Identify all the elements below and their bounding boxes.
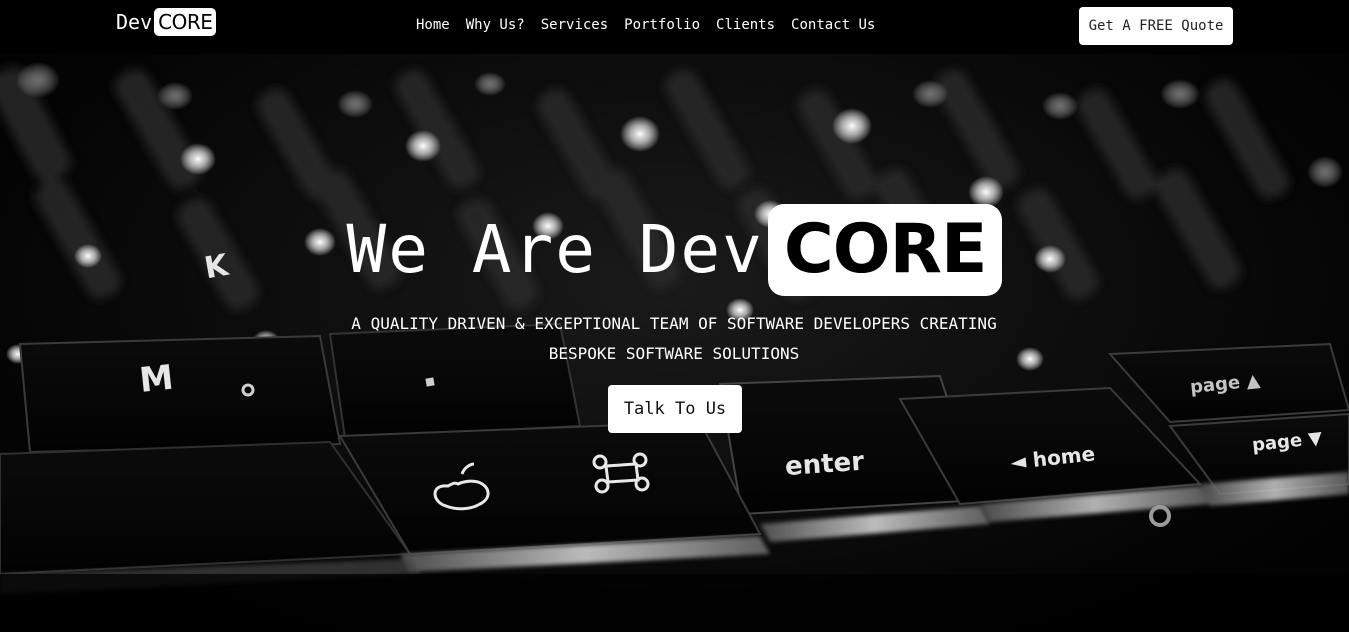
talk-to-us-button[interactable]: Talk To Us — [608, 385, 742, 433]
nav-link-services[interactable]: Services — [541, 15, 608, 35]
hero-subtitle: A QUALITY DRIVEN & EXCEPTIONAL TEAM OF S… — [324, 309, 1024, 369]
nav-link-portfolio[interactable]: Portfolio — [624, 15, 700, 35]
brand-badge: CORE — [154, 8, 217, 36]
hero-title-prefix: We Are Dev — [346, 211, 764, 288]
nav-link-contact-us[interactable]: Contact Us — [791, 15, 875, 35]
nav-links: Home Why Us? Services Portfolio Clients … — [416, 15, 875, 35]
nav-link-home[interactable]: Home — [416, 15, 450, 35]
hero-title-badge: CORE — [767, 204, 1003, 296]
hero-title: We Are Dev CORE — [0, 204, 1349, 296]
nav-link-clients[interactable]: Clients — [716, 15, 775, 35]
keycap-m-label: M — [137, 358, 175, 401]
brand-prefix: Dev — [116, 10, 153, 34]
keycap-enter-label: enter — [784, 447, 865, 482]
hero-subtitle-line-1: A QUALITY DRIVEN & EXCEPTIONAL TEAM OF S… — [351, 314, 997, 333]
navbar: Dev CORE Home Why Us? Services Portfolio… — [0, 0, 1349, 54]
nav-link-why-us[interactable]: Why Us? — [466, 15, 525, 35]
brand-logo[interactable]: Dev CORE — [116, 8, 217, 36]
get-free-quote-button[interactable]: Get A FREE Quote — [1079, 7, 1233, 45]
page: M K enter ◄ home page ▲ page ▼ Dev CORE … — [0, 0, 1349, 632]
hero-subtitle-line-2: BESPOKE SOFTWARE SOLUTIONS — [548, 344, 800, 363]
